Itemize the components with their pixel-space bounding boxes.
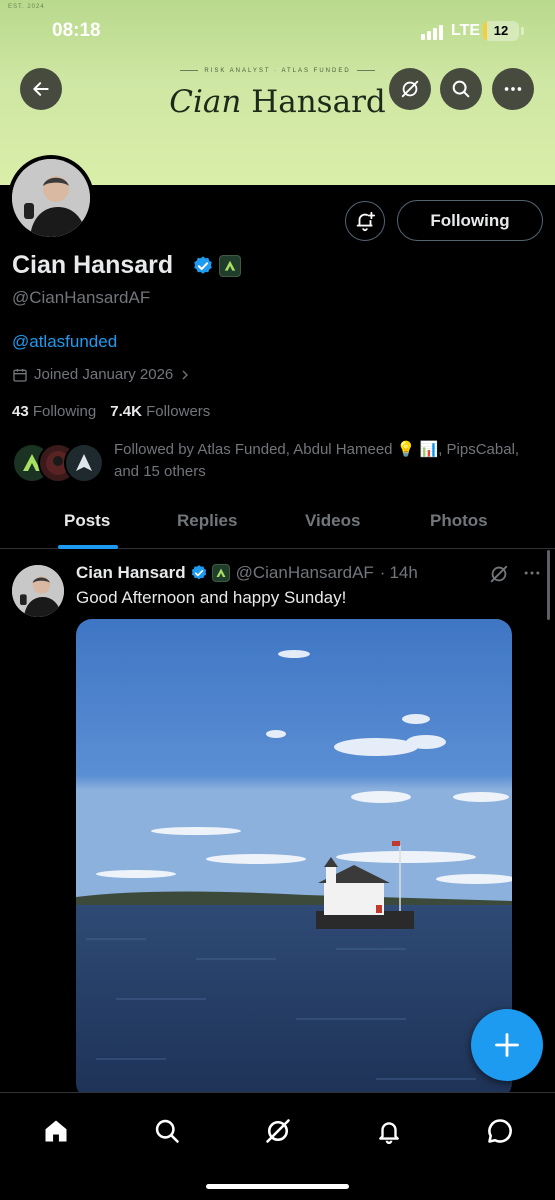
- affiliate-badge-icon: [211, 564, 230, 582]
- post-text: Good Afternoon and happy Sunday!: [76, 588, 347, 607]
- joined-label: Joined January 2026: [34, 366, 174, 383]
- joined-date[interactable]: Joined January 2026: [12, 366, 191, 383]
- post-time: 14h: [389, 563, 418, 582]
- followers-stat[interactable]: 7.4K Followers: [110, 403, 210, 420]
- bell-plus-icon: [356, 211, 376, 232]
- nav-grok[interactable]: [258, 1111, 298, 1151]
- tab-photos[interactable]: Photos: [430, 511, 488, 531]
- arrow-left-icon: [33, 82, 49, 96]
- home-indicator[interactable]: [206, 1184, 349, 1189]
- verified-badge-icon[interactable]: [192, 255, 214, 277]
- profile-name: Cian Hansard: [12, 251, 174, 279]
- more-icon: [524, 571, 540, 575]
- post-grok-button[interactable]: [488, 563, 510, 590]
- nav-messages[interactable]: [480, 1111, 520, 1151]
- profile-link[interactable]: @atlasfunded: [12, 332, 117, 352]
- home-icon: [45, 1120, 67, 1142]
- follow-stats: 43 Following 7.4K Followers: [12, 403, 210, 420]
- profile-handle: @CianHansardAF: [12, 288, 151, 307]
- calendar-icon: [13, 368, 27, 382]
- search-icon: [452, 80, 470, 98]
- followed-by-avatars[interactable]: [12, 443, 104, 485]
- follower-avatar: [64, 443, 104, 483]
- tab-posts[interactable]: Posts: [64, 511, 110, 531]
- search-icon: [155, 1119, 179, 1143]
- notify-button[interactable]: [345, 201, 385, 241]
- back-button[interactable]: [20, 68, 62, 110]
- search-button[interactable]: [440, 68, 482, 110]
- post-avatar[interactable]: [12, 565, 64, 617]
- grok-icon: [401, 80, 419, 98]
- tab-videos[interactable]: Videos: [305, 511, 360, 531]
- post-image[interactable]: [76, 619, 512, 1099]
- following-button[interactable]: Following: [397, 200, 543, 241]
- verified-badge-icon: [191, 565, 206, 580]
- more-button[interactable]: [492, 68, 534, 110]
- message-icon: [488, 1119, 512, 1143]
- nav-notifications[interactable]: [369, 1111, 409, 1151]
- more-icon: [504, 87, 522, 91]
- chevron-right-icon: [182, 370, 189, 379]
- post-header: Cian Hansard @CianHansardAF · 14h: [76, 563, 418, 583]
- bell-icon: [379, 1122, 399, 1144]
- profile-tabs: Posts Replies Videos Photos: [0, 495, 555, 549]
- plus-icon: [495, 1033, 519, 1057]
- profile-badges: [192, 255, 241, 277]
- post-more-button[interactable]: [522, 563, 542, 588]
- avatar-image: [12, 159, 90, 237]
- grok-icon: [490, 565, 508, 583]
- profile-avatar[interactable]: [8, 155, 94, 241]
- status-time: 08:18: [52, 20, 101, 41]
- affiliate-badge-icon[interactable]: [219, 255, 241, 277]
- post-author-handle: @CianHansardAF: [235, 563, 374, 582]
- tab-replies[interactable]: Replies: [177, 511, 237, 531]
- nav-home[interactable]: [36, 1111, 76, 1151]
- post-author-name[interactable]: Cian Hansard: [76, 563, 186, 583]
- following-stat[interactable]: 43 Following: [12, 403, 96, 420]
- active-tab-indicator: [58, 545, 118, 549]
- compose-button[interactable]: [471, 1009, 543, 1081]
- grok-icon: [266, 1119, 290, 1143]
- nav-search[interactable]: [147, 1111, 187, 1151]
- scrollbar[interactable]: [547, 550, 550, 620]
- followed-by-text[interactable]: Followed by Atlas Funded, Abdul Hameed 💡…: [114, 439, 546, 483]
- grok-button[interactable]: [389, 68, 431, 110]
- status-bar: 08:18 LTE 12: [0, 0, 555, 60]
- battery-icon: 12: [483, 21, 519, 41]
- network-label: LTE: [451, 22, 481, 39]
- signal-icon: [421, 24, 447, 40]
